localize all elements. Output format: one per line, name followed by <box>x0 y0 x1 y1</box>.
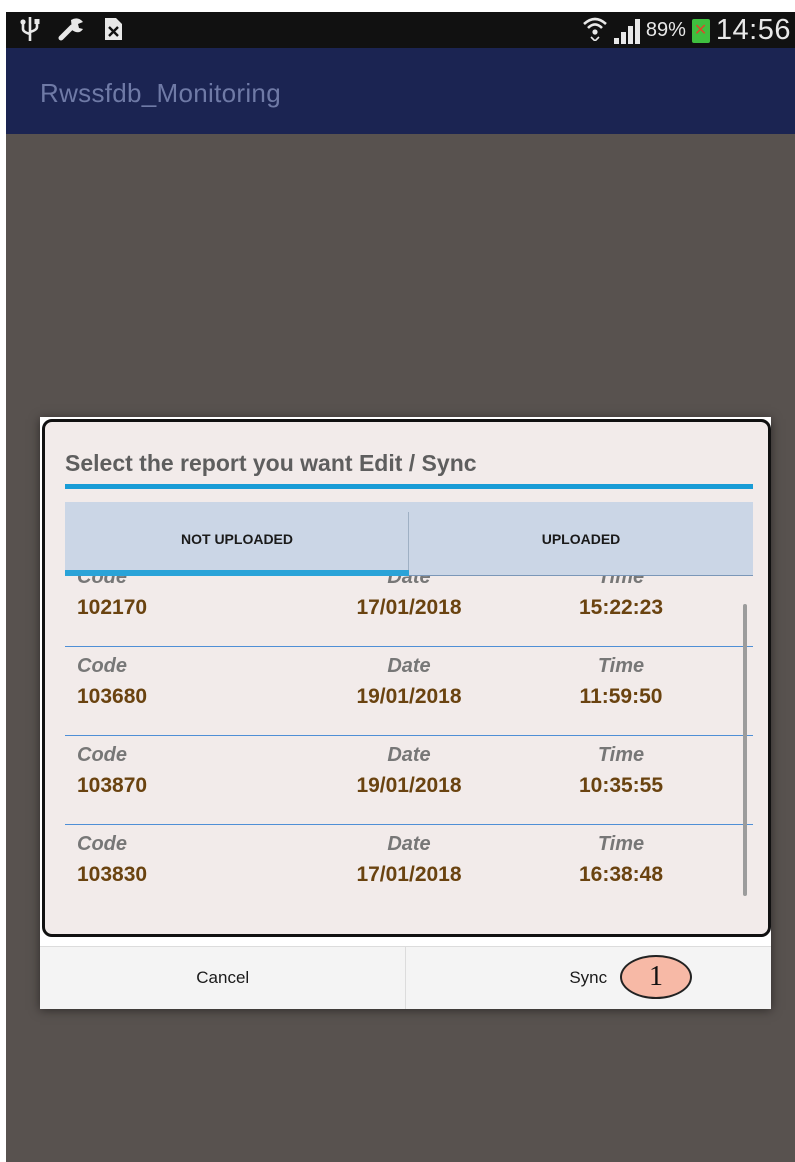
report-row[interactable]: Code 102170 Date 17/01/2018 Time 15:22:23 <box>65 576 753 647</box>
app-bar: Rwssfdb_Monitoring <box>6 48 795 134</box>
dialog-title: Select the report you want Edit / Sync <box>65 450 477 476</box>
sim-card-x-icon <box>102 16 126 47</box>
report-code: 103870 <box>77 774 148 797</box>
report-tabs: NOT UPLOADED UPLOADED <box>65 502 753 576</box>
title-divider <box>65 484 753 489</box>
report-date: 19/01/2018 <box>356 685 462 708</box>
button-divider <box>405 947 406 1009</box>
report-list[interactable]: Code 102170 Date 17/01/2018 Time 15:22:23 C… <box>65 576 753 926</box>
battery-icon <box>691 18 710 43</box>
battery-percent: 89% <box>645 19 686 41</box>
annotation-badge: 1 <box>620 955 692 999</box>
time-label: Time <box>597 655 645 677</box>
code-label: Code <box>77 576 127 588</box>
report-date: 17/01/2018 <box>356 863 462 886</box>
sync-button[interactable]: Sync <box>406 947 772 1009</box>
status-bar: 89% 14:56 <box>6 12 795 48</box>
report-code: 103680 <box>77 685 148 708</box>
code-label: Code <box>77 833 127 855</box>
date-label: Date <box>387 655 431 677</box>
report-dialog: Select the report you want Edit / Sync N… <box>40 417 771 1009</box>
list-scrollbar[interactable] <box>743 604 747 896</box>
dialog-button-bar: Cancel Sync 1 <box>40 946 771 1009</box>
date-label: Date <box>387 833 431 855</box>
report-row[interactable]: Code 103680 Date 19/01/2018 Time 11:59:50 <box>65 647 753 736</box>
tab-not-uploaded[interactable]: NOT UPLOADED <box>65 502 409 576</box>
code-label: Code <box>77 655 127 677</box>
date-label: Date <box>387 576 431 588</box>
code-label: Code <box>77 744 127 766</box>
time-label: Time <box>597 576 645 588</box>
tab-divider <box>408 512 409 576</box>
report-time: 11:59:50 <box>579 685 663 708</box>
report-code: 103830 <box>77 863 148 886</box>
wrench-icon <box>58 16 86 47</box>
dialog-content: Select the report you want Edit / Sync N… <box>42 419 771 937</box>
signal-bars-icon <box>613 18 640 44</box>
report-time: 16:38:48 <box>578 863 664 886</box>
device-screen: 89% 14:56 Rwssfdb_Monitoring Select the … <box>6 12 795 1162</box>
report-time: 15:22:23 <box>578 596 664 619</box>
app-title: Rwssfdb_Monitoring <box>40 78 281 108</box>
usb-icon <box>18 16 42 47</box>
status-clock: 14:56 <box>715 14 791 46</box>
cancel-button[interactable]: Cancel <box>40 947 406 1009</box>
wifi-icon <box>582 15 608 46</box>
time-label: Time <box>597 744 645 766</box>
report-date: 19/01/2018 <box>356 774 462 797</box>
report-row[interactable]: Code 103830 Date 17/01/2018 Time 16:38:48 <box>65 825 753 913</box>
report-code: 102170 <box>77 596 148 619</box>
report-date: 17/01/2018 <box>356 596 462 619</box>
tab-uploaded[interactable]: UPLOADED <box>409 502 753 576</box>
date-label: Date <box>387 744 431 766</box>
report-time: 10:35:55 <box>578 774 664 797</box>
time-label: Time <box>597 833 645 855</box>
report-row[interactable]: Code 103870 Date 19/01/2018 Time 10:35:55 <box>65 736 753 825</box>
